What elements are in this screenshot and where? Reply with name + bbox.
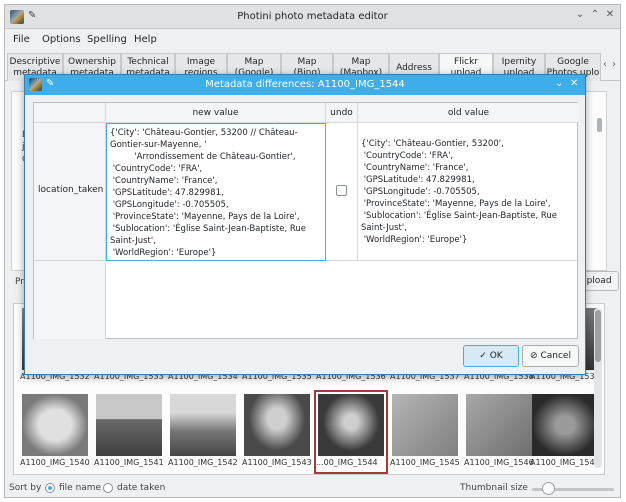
thumbnail-image [22, 394, 88, 456]
thumbnail[interactable]: A1100_IMG_1540 [20, 392, 90, 472]
thumbnail-label: ...00_IMG_1544 [316, 458, 378, 467]
thumbnail[interactable]: A1100_IMG_1542 [168, 392, 238, 472]
sort-file-name-label: file name [59, 483, 102, 493]
new-value-editor[interactable]: {'City': 'Château-Gontier, 53200 // Chât… [106, 123, 326, 261]
dialog-minimize-icon[interactable]: ⌄ [555, 78, 563, 89]
row-header-location-taken: location_taken [34, 123, 106, 261]
menu-spelling[interactable]: Spelling [87, 34, 127, 45]
sort-file-name-radio[interactable] [45, 483, 55, 493]
thumbnail[interactable]: A1100_IMG_1545 [390, 392, 460, 472]
thumbnail-scrollbar[interactable] [594, 308, 602, 468]
dialog-title: Metadata differences: A1100_IMG_1544 [205, 79, 405, 90]
header-old-value[interactable]: old value [358, 103, 579, 123]
thumbnail-image [532, 394, 598, 456]
row-label: location_taken [38, 185, 104, 195]
slider-handle[interactable] [542, 482, 555, 495]
minimize-icon[interactable]: ⌄ [573, 9, 587, 20]
differences-table: new value undo old value location_taken … [33, 102, 579, 339]
thumbnail-image [244, 394, 310, 456]
sort-date-taken-label: date taken [117, 483, 166, 493]
menu-options[interactable]: Options [42, 34, 81, 45]
thumbnail-selected[interactable]: ...00_IMG_1544 [314, 390, 388, 474]
dialog-close-icon[interactable]: ✕ [570, 78, 578, 89]
thumbnail-label: A1100_IMG_1545 [390, 458, 460, 467]
panel-scrollbar[interactable] [597, 118, 602, 132]
thumbnail-label: A1100_IMG_1546 [464, 458, 534, 467]
thumbnail-label: A1100_IMG_1542 [168, 458, 238, 467]
maximize-icon[interactable]: ⌃ [588, 9, 602, 20]
thumbnail-label: A1100_IMG_1547 [530, 458, 600, 467]
window-title-bar[interactable]: ✎ Photini photo metadata editor ⌄ ⌃ ✕ [5, 5, 620, 29]
thumbnail-label: A1100_IMG_1540 [20, 458, 90, 467]
corner-cell [34, 103, 106, 123]
thumbnail-image [466, 394, 532, 456]
status-bar: Sort by file name date taken Thumbnail s… [5, 478, 620, 498]
header-new-value[interactable]: new value [106, 103, 326, 123]
scrollbar-thumb[interactable] [595, 310, 601, 362]
chevron-left-icon[interactable]: ‹ [603, 59, 607, 70]
menu-file[interactable]: File [13, 34, 30, 45]
checkmark-icon: ✓ [479, 351, 487, 361]
cancel-icon: ⊘ [530, 351, 538, 361]
undo-cell [326, 123, 358, 261]
old-value-cell: {'City': 'Château-Gontier, 53200', 'Coun… [358, 123, 579, 261]
thumbnail-size-label: Thumbnail size [460, 483, 528, 493]
thumbnail[interactable]: A1100_IMG_1543 [242, 392, 312, 472]
menu-bar: File Options Spelling Help [5, 30, 620, 50]
sort-date-taken-radio[interactable] [103, 483, 113, 493]
ok-button[interactable]: ✓ OK [463, 345, 519, 367]
thumbnail-label: A1100_IMG_1541 [94, 458, 164, 467]
dialog-title-bar[interactable]: ✎ Metadata differences: A1100_IMG_1544 ⌄… [25, 75, 585, 95]
cancel-button[interactable]: ⊘ Cancel [522, 345, 579, 367]
window-title: Photini photo metadata editor [237, 11, 388, 22]
thumbnail[interactable]: A1100_IMG_1547 [530, 392, 600, 472]
close-icon[interactable]: ✕ [603, 9, 617, 20]
metadata-differences-dialog: ✎ Metadata differences: A1100_IMG_1544 ⌄… [24, 74, 586, 375]
sort-by-label: Sort by [9, 483, 42, 493]
thumbnail-image [170, 394, 236, 456]
thumbnail-label: A1100_IMG_1543 [242, 458, 312, 467]
thumbnail-image [96, 394, 162, 456]
thumbnail-image [392, 394, 458, 456]
chevron-right-icon[interactable]: › [612, 59, 616, 70]
thumbnail[interactable]: A1100_IMG_1546 [464, 392, 534, 472]
thumbnail[interactable]: A1100_IMG_1541 [94, 392, 164, 472]
header-undo[interactable]: undo [326, 103, 358, 123]
thumbnail-image [318, 394, 384, 456]
empty-row-header [34, 261, 106, 339]
menu-help[interactable]: Help [134, 34, 157, 45]
undo-checkbox[interactable] [336, 185, 347, 196]
